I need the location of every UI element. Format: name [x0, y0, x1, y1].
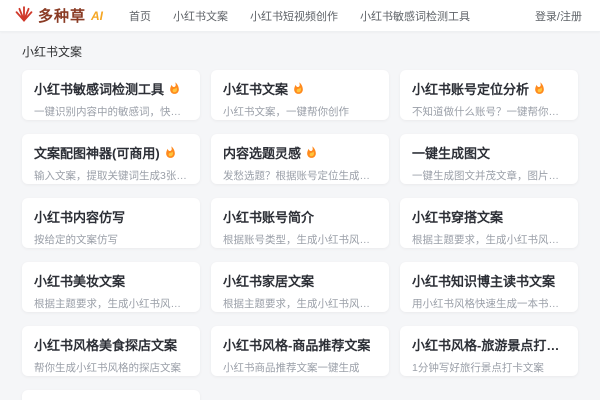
- tool-card[interactable]: 内容选题灵感 发愁选题？根据账号定位生成选题: [211, 134, 389, 184]
- tool-card-title-row: 小红书账号定位分析: [412, 79, 566, 98]
- tool-card-title-row: 文案配图神器(可商用): [34, 143, 188, 162]
- tool-card[interactable]: 一键生成图文 一键生成图文并茂文章，图片无版权风险: [400, 134, 578, 184]
- main-nav: 首页 小红书文案 小红书短视频创作 小红书敏感词检测工具: [129, 8, 470, 24]
- tool-card-desc: 小红书文案，一键帮你创作: [223, 104, 377, 119]
- flame-icon: [292, 82, 305, 95]
- main-content: 小红书文案 小红书敏感词检测工具 一键识别内容中的敏感词，快来测测~ 小红书文案: [0, 32, 600, 400]
- tool-card[interactable]: 小红书敏感词检测工具 一键识别内容中的敏感词，快来测测~: [22, 70, 200, 120]
- brand-name: 多种草: [38, 5, 86, 26]
- tool-card-desc: 根据主题要求，生成小红书风格穿搭分享文案: [412, 232, 566, 247]
- tool-card-title: 小红书美妆文案: [34, 271, 125, 290]
- tool-card-desc: 一键识别内容中的敏感词，快来测测~: [34, 104, 188, 119]
- tool-card-desc: 1分钟写好旅行景点打卡文案: [412, 360, 566, 375]
- tool-card-desc: 输入文案，提取关键词生成3张可选配图: [34, 168, 188, 183]
- tool-card-title: 小红书风格美食探店文案: [34, 335, 177, 354]
- tool-card-title-row: 小红书家居文案: [223, 271, 377, 290]
- tool-card-title-row: 小红书穿搭文案: [412, 207, 566, 226]
- tool-card-desc: 不知道做什么账号？一键帮你定位: [412, 104, 566, 119]
- tool-card-desc: 一键生成图文并茂文章，图片无版权风险: [412, 168, 566, 183]
- tool-card-desc: 帮你生成小红书风格的探店文案: [34, 360, 188, 375]
- tool-card-title-row: 小红书风格美食探店文案: [34, 335, 188, 354]
- tool-card-desc: 发愁选题？根据账号定位生成选题: [223, 168, 377, 183]
- tool-card-desc: 小红书商品推荐文案一键生成: [223, 360, 377, 375]
- tool-card-desc: 用小红书风格快速生成一本书的介绍和推荐语: [412, 296, 566, 311]
- tool-card-title-row: 小红书文案: [223, 79, 377, 98]
- nav-item-xhs-copywriting[interactable]: 小红书文案: [173, 8, 228, 24]
- tool-card-desc: 根据账号类型，生成小红书风格账号介绍文案: [223, 232, 377, 247]
- tool-card-title: 小红书文案: [223, 79, 288, 98]
- tool-card-title: 小红书账号定位分析: [412, 79, 529, 98]
- flame-icon: [164, 146, 177, 159]
- tool-card-title-row: 小红书风格-旅游景点打卡文案: [412, 335, 566, 354]
- tool-card[interactable]: 小红书穿搭文案 根据主题要求，生成小红书风格穿搭分享文案: [400, 198, 578, 248]
- tool-card-title: 小红书风格-商品推荐文案: [223, 335, 370, 354]
- tool-card-title-row: 小红书美妆文案: [34, 271, 188, 290]
- tool-card-title-row: 小红书知识博主读书文案: [412, 271, 566, 290]
- tool-card[interactable]: 小红书风格-正能量文案: [22, 390, 200, 400]
- brand-suffix: AI: [91, 9, 103, 23]
- section-title: 小红书文案: [22, 43, 578, 60]
- tool-card-desc: 根据主题要求，生成小红书风格家居分享文案: [223, 296, 377, 311]
- tool-card[interactable]: 小红书风格-商品推荐文案 小红书商品推荐文案一键生成: [211, 326, 389, 376]
- tool-card-title-row: 小红书账号简介: [223, 207, 377, 226]
- tool-card-title: 小红书穿搭文案: [412, 207, 503, 226]
- nav-item-sensitive-word-tool[interactable]: 小红书敏感词检测工具: [360, 8, 470, 24]
- tool-card-title: 内容选题灵感: [223, 143, 301, 162]
- plant-logo-icon: [14, 3, 34, 28]
- tool-card[interactable]: 文案配图神器(可商用) 输入文案，提取关键词生成3张可选配图: [22, 134, 200, 184]
- tool-card-title-row: 内容选题灵感: [223, 143, 377, 162]
- tool-card-title-row: 小红书风格-商品推荐文案: [223, 335, 377, 354]
- tool-card-title: 小红书敏感词检测工具: [34, 79, 164, 98]
- tool-card-grid: 小红书敏感词检测工具 一键识别内容中的敏感词，快来测测~ 小红书文案 小红书文案…: [22, 70, 578, 400]
- tool-card-desc: 按给定的文案仿写: [34, 232, 188, 247]
- tool-card[interactable]: 小红书风格-旅游景点打卡文案 1分钟写好旅行景点打卡文案: [400, 326, 578, 376]
- tool-card-title: 一键生成图文: [412, 143, 490, 162]
- tool-card[interactable]: 小红书内容仿写 按给定的文案仿写: [22, 198, 200, 248]
- tool-card-title-row: 小红书敏感词检测工具: [34, 79, 188, 98]
- flame-icon: [305, 146, 318, 159]
- top-navbar: 多种草 AI 首页 小红书文案 小红书短视频创作 小红书敏感词检测工具 登录/注…: [0, 0, 600, 32]
- tool-card-title: 小红书家居文案: [223, 271, 314, 290]
- tool-card[interactable]: 小红书知识博主读书文案 用小红书风格快速生成一本书的介绍和推荐语: [400, 262, 578, 312]
- tool-card-title-row: 一键生成图文: [412, 143, 566, 162]
- tool-card[interactable]: 小红书文案 小红书文案，一键帮你创作: [211, 70, 389, 120]
- tool-card-title: 小红书内容仿写: [34, 207, 125, 226]
- tool-card-desc: 根据主题要求，生成小红书风格美妆分享文案: [34, 296, 188, 311]
- tool-card[interactable]: 小红书美妆文案 根据主题要求，生成小红书风格美妆分享文案: [22, 262, 200, 312]
- flame-icon: [533, 82, 546, 95]
- tool-card[interactable]: 小红书账号定位分析 不知道做什么账号？一键帮你定位: [400, 70, 578, 120]
- tool-card-title: 小红书风格-旅游景点打卡文案: [412, 335, 566, 354]
- nav-item-xhs-video[interactable]: 小红书短视频创作: [250, 8, 338, 24]
- tool-card-title-row: 小红书内容仿写: [34, 207, 188, 226]
- tool-card-title: 小红书知识博主读书文案: [412, 271, 555, 290]
- tool-card-title: 文案配图神器(可商用): [34, 143, 160, 162]
- tool-card[interactable]: 小红书家居文案 根据主题要求，生成小红书风格家居分享文案: [211, 262, 389, 312]
- login-register-link[interactable]: 登录/注册: [535, 8, 582, 24]
- tool-card[interactable]: 小红书账号简介 根据账号类型，生成小红书风格账号介绍文案: [211, 198, 389, 248]
- nav-item-home[interactable]: 首页: [129, 8, 151, 24]
- tool-card-title: 小红书账号简介: [223, 207, 314, 226]
- brand-logo[interactable]: 多种草 AI: [14, 3, 103, 28]
- tool-card[interactable]: 小红书风格美食探店文案 帮你生成小红书风格的探店文案: [22, 326, 200, 376]
- flame-icon: [168, 82, 181, 95]
